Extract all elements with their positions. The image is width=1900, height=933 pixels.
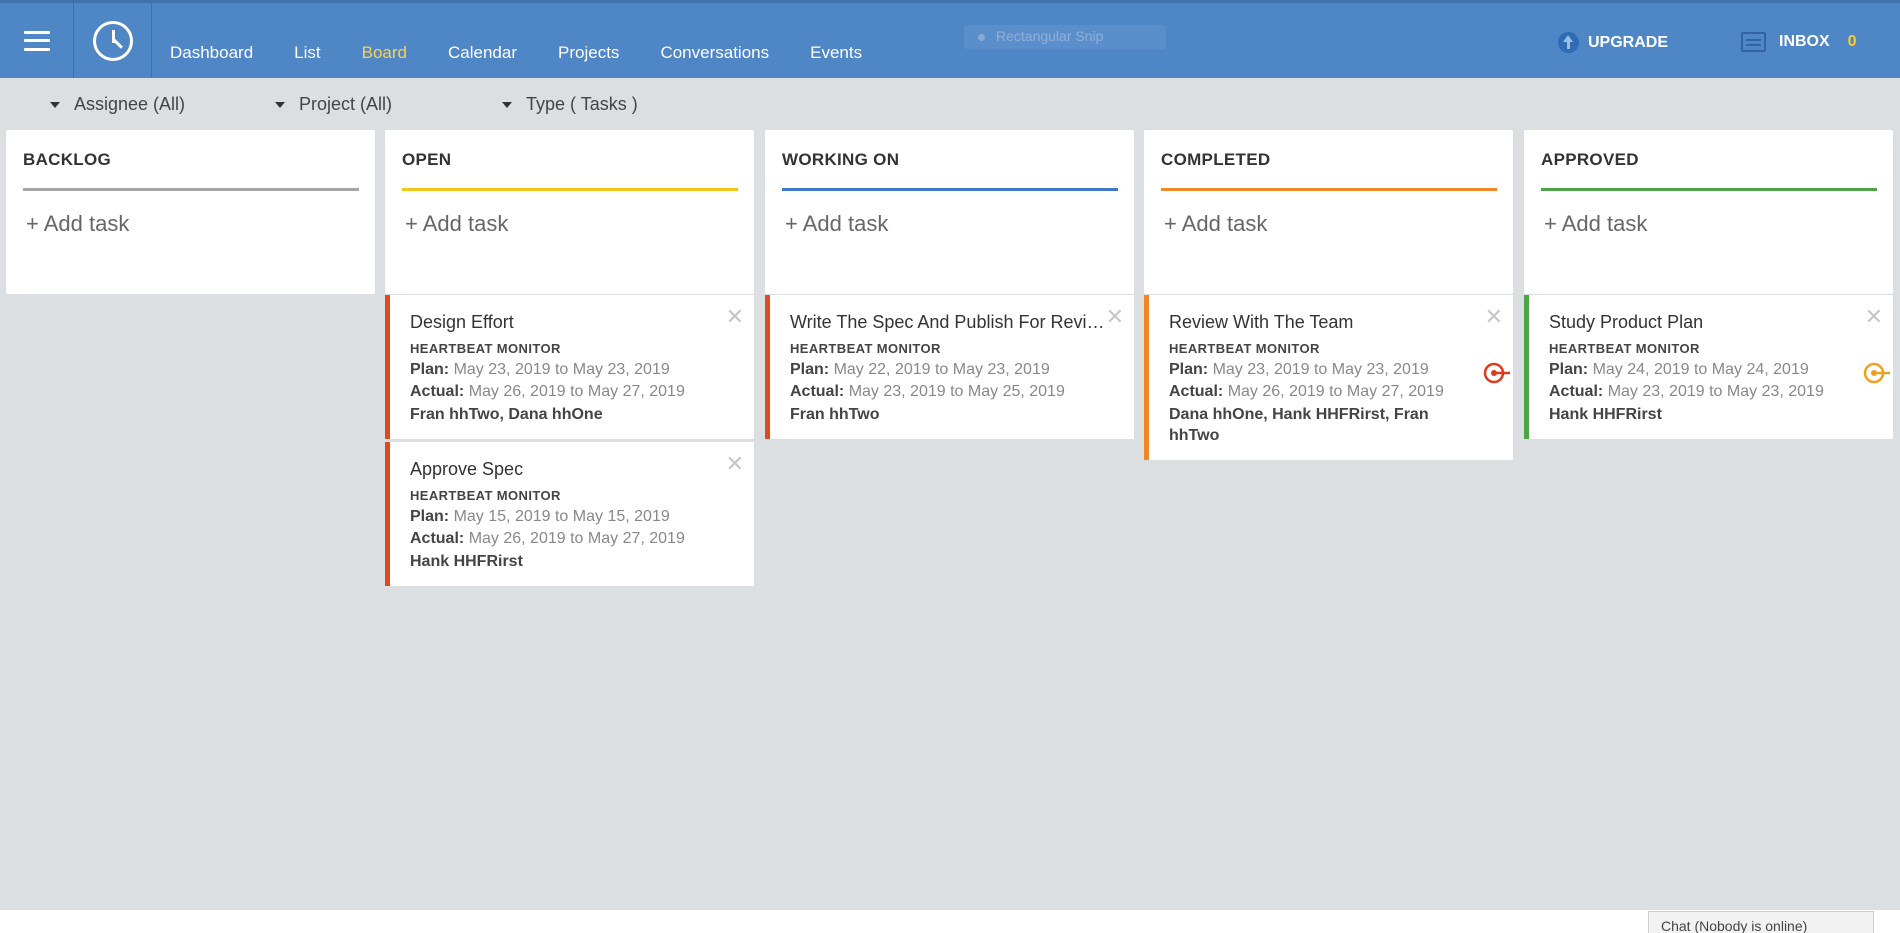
nav-board[interactable]: Board [362,43,407,63]
task-project: HEARTBEAT MONITOR [790,341,941,356]
chat-widget-button[interactable]: Chat (Nobody is online) [1648,911,1874,933]
task-assignees: Fran hhTwo, Dana hhOne [410,406,603,423]
task-card[interactable]: Approve Spec HEARTBEAT MONITOR Plan: May… [385,442,754,586]
task-plan-dates: Plan: May 24, 2019 to May 24, 2019 [1549,361,1809,378]
main-nav: Dashboard List Board Calendar Projects C… [170,43,903,63]
page-footer [0,910,1900,933]
assignee-filter-dropdown[interactable]: Assignee (All) [50,94,185,115]
add-task-button[interactable]: + Add task [405,211,738,237]
task-project: HEARTBEAT MONITOR [1169,341,1320,356]
task-title[interactable]: Design Effort [410,311,720,333]
task-project: HEARTBEAT MONITOR [1549,341,1700,356]
task-card[interactable]: Design Effort HEARTBEAT MONITOR Plan: Ma… [385,295,754,439]
column-header: APPROVED + Add task [1524,130,1893,294]
app-logo[interactable] [74,3,152,78]
column-title: APPROVED [1541,150,1639,169]
column-completed: COMPLETED + Add task Review With The Tea… [1144,130,1513,460]
nav-conversations[interactable]: Conversations [660,43,769,63]
task-plan-dates: Plan: May 22, 2019 to May 23, 2019 [790,361,1050,378]
column-divider [23,188,359,191]
inbox-label: INBOX [1779,33,1830,50]
hamburger-menu-button[interactable] [0,3,74,78]
dependency-link-icon[interactable] [1483,361,1511,385]
task-card[interactable]: Study Product Plan HEARTBEAT MONITOR Pla… [1524,295,1893,439]
column-title: WORKING ON [782,150,900,169]
column-approved: APPROVED + Add task Study Product Plan H… [1524,130,1893,439]
column-header: OPEN + Add task [385,130,754,294]
chevron-down-icon [502,101,512,108]
column-working-on: WORKING ON + Add task Write The Spec And… [765,130,1134,439]
close-icon[interactable]: ✕ [1485,307,1503,329]
upgrade-button[interactable]: UPGRADE [1558,32,1668,53]
inbox-count-badge: 0 [1847,33,1857,50]
task-project: HEARTBEAT MONITOR [410,488,561,503]
close-icon[interactable]: ✕ [726,454,744,476]
column-divider [782,188,1118,191]
hamburger-icon [23,30,50,51]
upgrade-label: UPGRADE [1588,33,1669,51]
column-divider [1541,188,1877,191]
task-assignees: Fran hhTwo [790,406,880,423]
task-plan-dates: Plan: May 15, 2019 to May 15, 2019 [410,508,670,525]
task-assignees: Hank HHFRirst [410,553,523,570]
add-task-button[interactable]: + Add task [785,211,1118,237]
upgrade-arrow-icon [1558,32,1579,53]
dependency-link-icon[interactable] [1863,361,1891,385]
nav-list[interactable]: List [294,43,320,63]
task-actual-dates: Actual: May 26, 2019 to May 27, 2019 [410,530,685,547]
type-filter-dropdown[interactable]: Type ( Tasks ) [502,94,638,115]
project-filter-label: Project (All) [299,94,393,114]
task-actual-dates: Actual: May 23, 2019 to May 23, 2019 [1549,383,1824,400]
add-task-button[interactable]: + Add task [1544,211,1877,237]
nav-calendar[interactable]: Calendar [448,43,517,63]
assignee-filter-label: Assignee (All) [74,94,186,114]
task-assignees: Dana hhOne, Hank HHFRirst, Fran hhTwo [1169,406,1429,444]
task-title[interactable]: Write The Spec And Publish For Review [790,311,1105,333]
column-title: OPEN [402,150,452,169]
task-title[interactable]: Study Product Plan [1549,311,1859,333]
task-actual-dates: Actual: May 23, 2019 to May 25, 2019 [790,383,1065,400]
add-task-button[interactable]: + Add task [26,211,359,237]
close-icon[interactable]: ✕ [1106,307,1124,329]
column-header: COMPLETED + Add task [1144,130,1513,294]
task-card[interactable]: Review With The Team HEARTBEAT MONITOR P… [1144,295,1513,460]
task-plan-dates: Plan: May 23, 2019 to May 23, 2019 [410,361,670,378]
task-plan-dates: Plan: May 23, 2019 to May 23, 2019 [1169,361,1429,378]
close-icon[interactable]: ✕ [726,307,744,329]
column-header: BACKLOG + Add task [6,130,375,294]
add-task-button[interactable]: + Add task [1164,211,1497,237]
clock-icon [92,20,133,61]
task-project: HEARTBEAT MONITOR [410,341,561,356]
close-icon[interactable]: ✕ [1865,307,1883,329]
task-title[interactable]: Approve Spec [410,458,720,480]
column-divider [1161,188,1497,191]
column-header: WORKING ON + Add task [765,130,1134,294]
column-open: OPEN + Add task Design Effort HEARTBEAT … [385,130,754,586]
type-filter-label: Type ( Tasks ) [526,94,638,114]
column-title: COMPLETED [1161,150,1271,169]
chevron-down-icon [50,101,60,108]
top-navigation-bar: Dashboard List Board Calendar Projects C… [0,0,1900,78]
inbox-button[interactable]: INBOX 0 [1741,32,1857,52]
nav-events[interactable]: Events [810,43,862,63]
task-title[interactable]: Review With The Team [1169,311,1479,333]
task-actual-dates: Actual: May 26, 2019 to May 27, 2019 [410,383,685,400]
task-card[interactable]: Write The Spec And Publish For Review HE… [765,295,1134,439]
nav-dashboard[interactable]: Dashboard [170,43,253,63]
rectangular-snip-overlay[interactable]: Rectangular Snip [964,25,1166,49]
column-backlog: BACKLOG + Add task [6,130,375,294]
task-assignees: Hank HHFRirst [1549,406,1662,423]
task-actual-dates: Actual: May 26, 2019 to May 27, 2019 [1169,383,1444,400]
chevron-down-icon [275,101,285,108]
column-title: BACKLOG [23,150,112,169]
project-filter-dropdown[interactable]: Project (All) [275,94,392,115]
nav-projects[interactable]: Projects [558,43,619,63]
column-divider [402,188,738,191]
inbox-icon [1741,32,1766,52]
